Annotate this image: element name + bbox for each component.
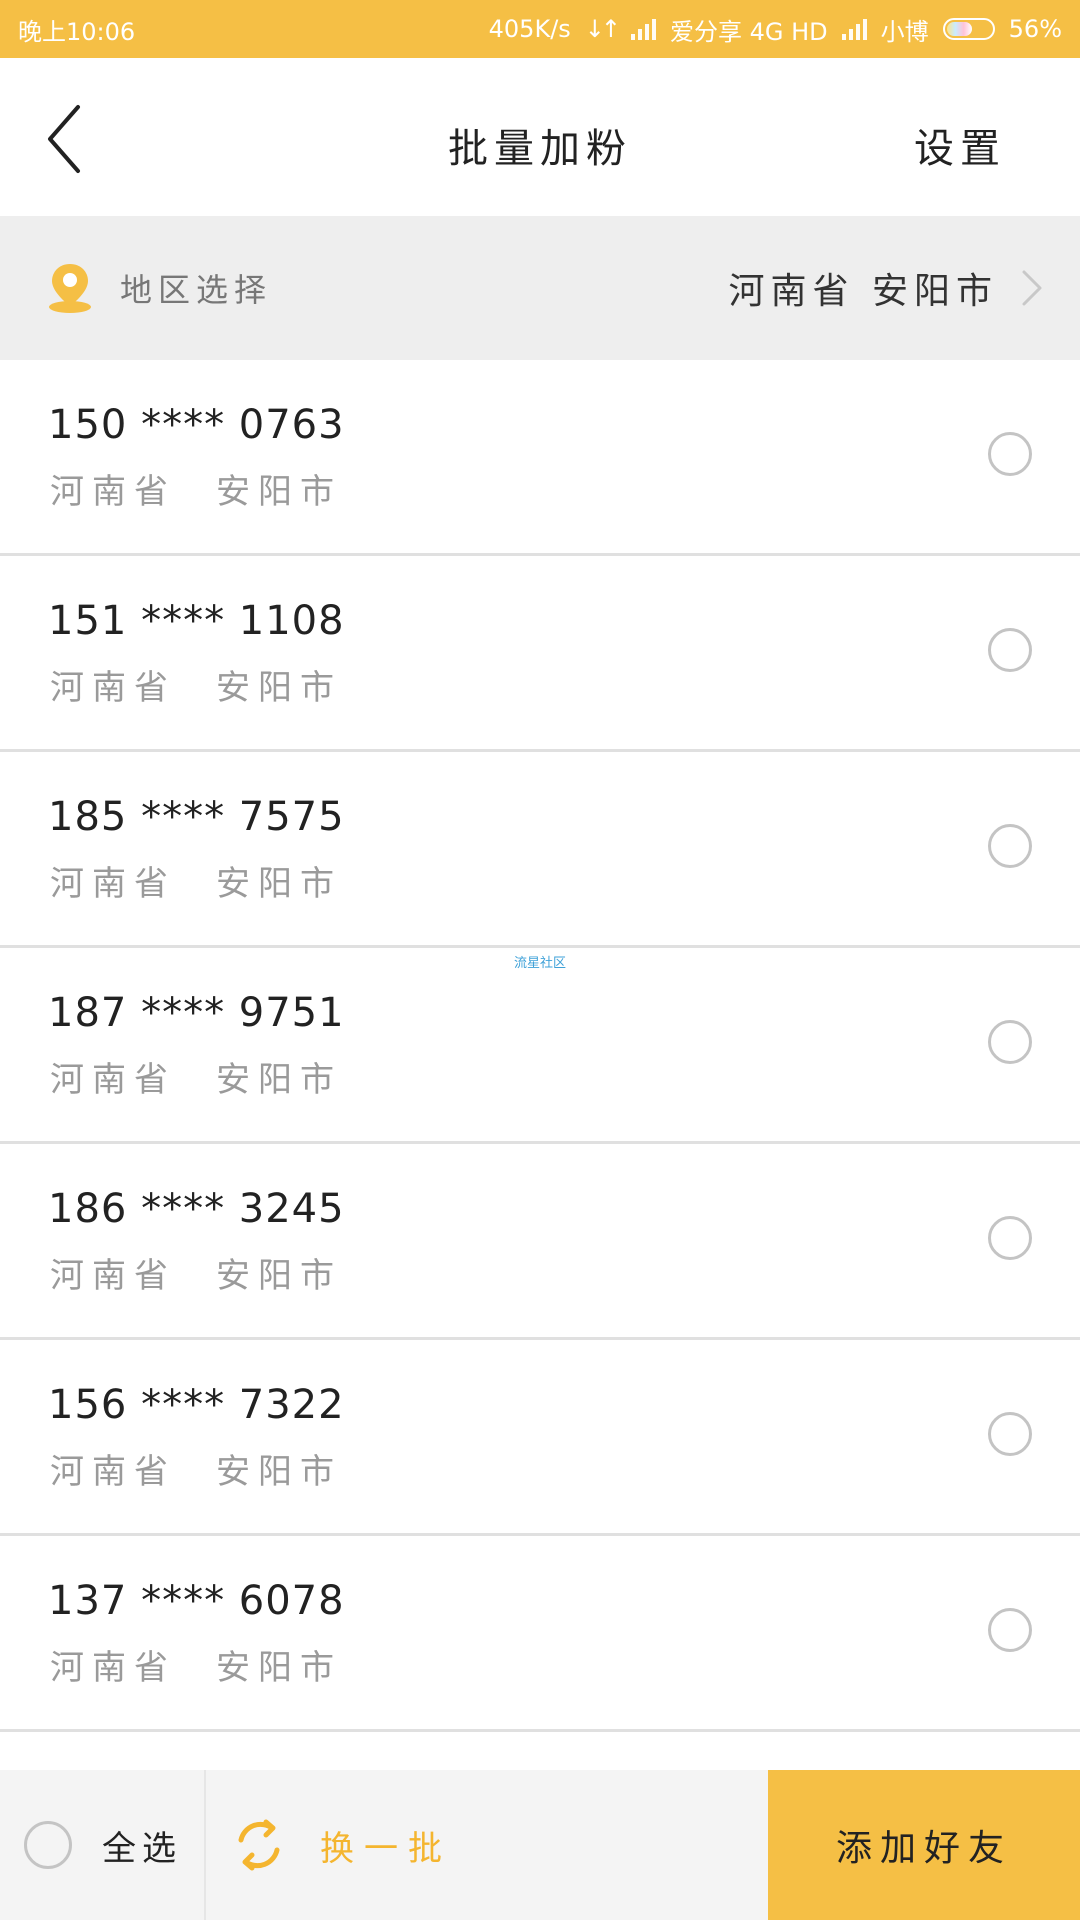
city: 安阳市 bbox=[216, 1060, 342, 1100]
province: 河南省 bbox=[50, 1452, 176, 1492]
select-radio[interactable] bbox=[988, 1608, 1032, 1652]
location-pin-icon bbox=[49, 264, 91, 313]
signal-icon-2 bbox=[841, 18, 867, 40]
status-right: 405K/s ↓↑ 爱分享 4G HD 小博 56% bbox=[489, 12, 1062, 47]
list-item[interactable]: 151 **** 1108 河南省 安阳市 bbox=[0, 556, 1080, 752]
status-bar: 晚上10:06 405K/s ↓↑ 爱分享 4G HD 小博 56% bbox=[0, 0, 1080, 58]
list-item[interactable]: 137 **** 6078 河南省 安阳市 bbox=[0, 1536, 1080, 1732]
select-radio[interactable] bbox=[988, 1216, 1032, 1260]
select-all-toggle[interactable]: 全选 bbox=[0, 1770, 206, 1920]
list-item[interactable]: 186 **** 3245 河南省 安阳市 bbox=[0, 1144, 1080, 1340]
status-time: 晚上10:06 bbox=[18, 17, 136, 46]
network-speed: 405K/s bbox=[488, 15, 571, 43]
battery-icon bbox=[942, 18, 995, 40]
location-text: 河南省 安阳市 bbox=[50, 464, 342, 513]
list-item[interactable]: 156 **** 7322 河南省 安阳市 bbox=[0, 1340, 1080, 1536]
chevron-right-icon bbox=[1022, 270, 1042, 306]
add-friends-button[interactable]: 添加好友 bbox=[768, 1770, 1080, 1920]
contact-list: 150 **** 0763 河南省 安阳市 151 **** 1108 河南省 … bbox=[0, 360, 1080, 1792]
phone-number: 151 **** 1108 bbox=[48, 598, 345, 644]
province: 河南省 bbox=[50, 1060, 176, 1100]
refresh-batch-button[interactable]: 换一批 bbox=[206, 1770, 768, 1920]
location-text: 河南省 安阳市 bbox=[50, 660, 342, 709]
data-activity-icon: ↓↑ bbox=[584, 15, 621, 43]
select-all-label: 全选 bbox=[102, 1828, 182, 1869]
phone-number: 156 **** 7322 bbox=[48, 1382, 345, 1428]
battery-percent: 56% bbox=[1008, 15, 1062, 43]
city: 安阳市 bbox=[216, 864, 342, 904]
user-label: 小博 bbox=[880, 17, 929, 46]
location-text: 河南省 安阳市 bbox=[50, 1052, 342, 1101]
city: 安阳市 bbox=[216, 1256, 342, 1296]
list-item[interactable]: 150 **** 0763 河南省 安阳市 bbox=[0, 360, 1080, 556]
location-text: 河南省 安阳市 bbox=[50, 856, 342, 905]
refresh-icon bbox=[238, 1819, 280, 1871]
province: 河南省 bbox=[50, 1648, 176, 1688]
city: 安阳市 bbox=[216, 1452, 342, 1492]
phone-number: 137 **** 6078 bbox=[48, 1578, 345, 1624]
list-item[interactable]: 185 **** 7575 河南省 安阳市 bbox=[0, 752, 1080, 948]
city: 安阳市 bbox=[216, 472, 342, 512]
location-text: 河南省 安阳市 bbox=[50, 1444, 342, 1493]
select-radio[interactable] bbox=[988, 1412, 1032, 1456]
bottom-action-bar: 全选 换一批 添加好友 bbox=[0, 1770, 1080, 1920]
select-radio[interactable] bbox=[988, 1020, 1032, 1064]
province: 河南省 bbox=[50, 864, 176, 904]
select-radio[interactable] bbox=[988, 628, 1032, 672]
refresh-label: 换一批 bbox=[320, 1828, 452, 1869]
phone-number: 187 **** 9751 bbox=[48, 990, 345, 1036]
province: 河南省 bbox=[50, 472, 176, 512]
phone-number: 150 **** 0763 bbox=[48, 402, 345, 448]
region-selector[interactable]: 地区选择 河南省 安阳市 bbox=[0, 216, 1080, 360]
phone-number: 186 **** 3245 bbox=[48, 1186, 345, 1232]
signal-icon bbox=[631, 18, 656, 40]
select-all-radio[interactable] bbox=[24, 1821, 72, 1869]
app-header: 批量加粉 设置 bbox=[0, 58, 1080, 216]
select-radio[interactable] bbox=[988, 824, 1032, 868]
settings-button[interactable]: 设置 bbox=[914, 116, 1006, 174]
city: 安阳市 bbox=[216, 668, 342, 708]
location-text: 河南省 安阳市 bbox=[50, 1640, 342, 1689]
phone-number: 185 **** 7575 bbox=[48, 794, 345, 840]
region-label: 地区选择 bbox=[120, 271, 273, 309]
list-item[interactable]: 187 **** 9751 河南省 安阳市 bbox=[0, 948, 1080, 1144]
location-text: 河南省 安阳市 bbox=[50, 1248, 342, 1297]
watermark-text: 流星社区 bbox=[514, 956, 567, 971]
province: 河南省 bbox=[50, 668, 176, 708]
carrier-label: 爱分享 4G HD bbox=[670, 17, 828, 46]
city: 安阳市 bbox=[216, 1648, 342, 1688]
province: 河南省 bbox=[50, 1256, 176, 1296]
region-value: 河南省 安阳市 bbox=[728, 271, 998, 312]
select-radio[interactable] bbox=[988, 432, 1032, 476]
